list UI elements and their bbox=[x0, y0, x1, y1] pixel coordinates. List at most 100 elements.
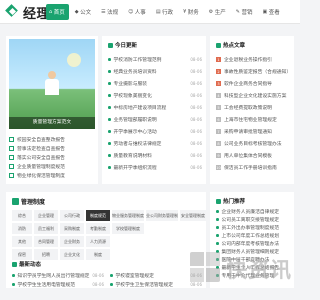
list-item[interactable]: 营事法定检查自查报告 bbox=[9, 145, 95, 152]
nav-item-documents[interactable]: ◆ 公文 bbox=[72, 4, 95, 20]
category-tab[interactable]: 保密 bbox=[12, 249, 32, 260]
list-item[interactable]: 1 企业退税业务操作指引 bbox=[216, 56, 292, 63]
list-item[interactable]: 专业摄影与服装 08-06 bbox=[108, 80, 202, 87]
list-item[interactable]: 学校学生卫生保洁管理规定 08-06 bbox=[110, 281, 202, 288]
bullet-icon bbox=[216, 274, 219, 277]
list-item[interactable]: 公司内部年度考核管理办法 bbox=[216, 240, 292, 247]
list-item[interactable]: 企业财务人员廉洁自律规定 bbox=[216, 208, 292, 215]
list-item[interactable]: 学校现象美丽变化 08-06 bbox=[108, 92, 202, 99]
nav-label: 行政 bbox=[162, 10, 174, 16]
list-item[interactable]: 质量教育说明材料 08-06 bbox=[108, 152, 202, 159]
bullet-icon bbox=[108, 58, 111, 61]
nav-item-admin[interactable]: ▤ 行政 bbox=[153, 4, 177, 20]
checkbox-icon bbox=[9, 173, 14, 178]
category-tab[interactable]: 人力资源 bbox=[86, 236, 110, 247]
nav-item-finance[interactable]: ¥ 财务 bbox=[180, 4, 203, 20]
list-item[interactable]: 业务管理部履职说明 08-06 bbox=[108, 116, 202, 123]
nav-item-marketing[interactable]: ✎ 营销 bbox=[233, 4, 257, 20]
list-item[interactable]: 9 用人单位集体合同模板 bbox=[216, 152, 292, 159]
rank-badge: 4 bbox=[216, 93, 221, 98]
panel-title: 热点文章 bbox=[216, 41, 245, 49]
list-item[interactable]: 劳动者与维权法律规定 08-06 bbox=[108, 140, 202, 147]
list-item[interactable]: 开学季展示中心活动 08-06 bbox=[108, 128, 202, 135]
category-tab[interactable]: 企业管理 bbox=[34, 210, 58, 221]
category-tab[interactable]: 企业财务 bbox=[60, 236, 84, 247]
list-item[interactable]: 7 采购申请审批管理通知 bbox=[216, 128, 292, 135]
list-item[interactable]: 学校消防工作管理范例 08-06 bbox=[108, 56, 202, 63]
checkbox-icon bbox=[9, 137, 14, 142]
featured-panel: 质量管理方案范文 校园安全自查整改报告 营事法定检查自查报告 落实公司安全自查报… bbox=[6, 36, 98, 184]
category-tab[interactable]: 安全管理制度 bbox=[180, 210, 206, 221]
rank-badge: 10 bbox=[216, 165, 221, 170]
category-tab[interactable]: 消防 bbox=[12, 223, 32, 234]
category-tab[interactable]: 物业公司财务管理制度 bbox=[146, 210, 178, 221]
category-tab[interactable]: 其他 bbox=[12, 236, 32, 247]
rank-badge: 1 bbox=[216, 57, 221, 62]
list-item[interactable]: 8 公司业务目标考核管理办法 bbox=[216, 140, 292, 147]
nav-label: 生产 bbox=[214, 10, 226, 16]
recommend-panel: 热门推荐 企业财务人员廉洁自律规定 公司员工离职交接管理规定 员工外出办事管理制… bbox=[210, 192, 294, 288]
category-tab[interactable]: 采购制度 bbox=[60, 223, 84, 234]
bullet-icon bbox=[216, 218, 219, 221]
bullet-icon bbox=[110, 274, 113, 277]
list-item[interactable]: 6 上海市住宅物业管理规定 bbox=[216, 116, 292, 123]
checkbox-icon bbox=[9, 146, 14, 151]
category-tab[interactable]: 合同管理 bbox=[34, 236, 58, 247]
title-square-icon bbox=[216, 42, 221, 48]
nav-item-home[interactable]: ⌂ 首页 bbox=[46, 4, 69, 20]
category-tab[interactable]: 制度 bbox=[86, 249, 110, 260]
list-item[interactable]: 落实公司安全自查报告 bbox=[9, 154, 95, 161]
news-title: 最新动态 bbox=[12, 260, 41, 268]
list-item[interactable]: 最新开学季组织流程 08-06 bbox=[108, 164, 202, 171]
list-item[interactable]: 校园安全自查整改报告 bbox=[9, 136, 95, 143]
nav-item-personnel[interactable]: ☺ 人事 bbox=[125, 4, 150, 20]
list-item[interactable]: 2 事故性质鉴定报告（合规通知） bbox=[216, 68, 292, 75]
list-item[interactable]: 上市公司年度工作总结规划 bbox=[216, 232, 292, 239]
list-item[interactable]: 物业绿化保洁管理制度 bbox=[9, 172, 95, 179]
list-item[interactable]: 中标房地产建设项目流程 08-06 bbox=[108, 104, 202, 111]
title-square-icon bbox=[12, 261, 17, 267]
category-tab[interactable]: 综合 bbox=[12, 210, 32, 221]
rank-badge: 3 bbox=[216, 81, 221, 86]
category-tab[interactable]: 企业文化 bbox=[60, 249, 84, 260]
person-illustration bbox=[43, 71, 61, 101]
category-tab-active[interactable]: 制度规范 bbox=[86, 210, 110, 221]
category-tab[interactable]: 学校管理制度 bbox=[112, 223, 144, 234]
list-item[interactable]: 5 工会经费提取政策说明 bbox=[216, 104, 292, 111]
category-tab[interactable]: 公司行政 bbox=[60, 210, 84, 221]
list-item[interactable]: 最新学生个人工作总结报告 bbox=[216, 264, 292, 271]
nav-item-regulations[interactable]: ☰ 法规 bbox=[98, 4, 122, 20]
category-tab[interactable]: 考勤制度 bbox=[86, 223, 110, 234]
list-item[interactable]: 4 科技型企业文化建设实施方案 bbox=[216, 92, 292, 99]
nav-item-production[interactable]: ⚙ 生产 bbox=[206, 4, 230, 20]
hot-panel: 热点文章 1 企业退税业务操作指引 2 事故性质鉴定报告（合规通知） 3 软件企业商务… bbox=[210, 36, 294, 184]
bullet-icon bbox=[108, 154, 111, 157]
category-tab[interactable]: 招聘 bbox=[34, 249, 58, 260]
list-item[interactable]: 学校寝室管理规定 08-06 bbox=[110, 272, 202, 279]
list-item[interactable]: 10 保洁员工作手册培训指南 bbox=[216, 164, 292, 171]
featured-image[interactable]: 质量管理方案范文 bbox=[9, 39, 95, 129]
rank-badge: 2 bbox=[216, 69, 221, 74]
list-item[interactable]: 员工外出办事管理制度规范 bbox=[216, 224, 292, 231]
list-item[interactable]: 经典业务员培训资料 08-06 bbox=[108, 68, 202, 75]
list-item[interactable]: 企业质量管理制度规范 bbox=[9, 163, 95, 170]
sun-shape bbox=[67, 53, 81, 67]
list-item[interactable]: 3 软件企业商务合同指导 bbox=[216, 80, 292, 87]
list-item[interactable]: 医院中层干部竞聘办法 bbox=[216, 256, 292, 263]
category-tab[interactable]: 员工福利 bbox=[34, 223, 58, 234]
list-item[interactable]: 知识学员学生网人员出行管理规定 08-06 bbox=[12, 272, 104, 279]
list-item[interactable]: 公司员工离职交接管理规定 bbox=[216, 216, 292, 223]
list-item[interactable]: 集团财务人员管理细则规定 bbox=[216, 248, 292, 255]
bullet-icon bbox=[110, 283, 113, 286]
bullet-icon bbox=[216, 226, 219, 229]
bullet-icon bbox=[216, 250, 219, 253]
list-item[interactable]: 专用于中介代理业务管理 bbox=[216, 272, 292, 279]
category-tab[interactable]: 物业服务管理制度 bbox=[112, 210, 144, 221]
bullet-icon bbox=[12, 283, 15, 286]
grid-icon: ▣ bbox=[262, 9, 268, 15]
list-item[interactable]: 学校学生生活用电管理规范 08-06 bbox=[12, 281, 104, 288]
nav-item-more[interactable]: ▣ 查看 bbox=[259, 4, 283, 20]
checkbox-icon bbox=[9, 164, 14, 169]
bullet-icon bbox=[216, 234, 219, 237]
bullet-icon bbox=[108, 82, 111, 85]
